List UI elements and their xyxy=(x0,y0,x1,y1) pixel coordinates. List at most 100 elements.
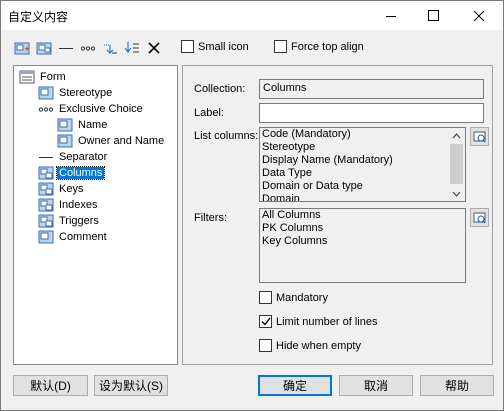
collection-icon xyxy=(38,182,54,196)
attribute-icon xyxy=(57,118,73,132)
scroll-down-button[interactable] xyxy=(448,187,465,200)
tree-item[interactable]: Indexes xyxy=(38,197,100,213)
add-item-icon: + xyxy=(14,42,30,55)
list-item[interactable]: Key Columns xyxy=(260,235,465,248)
tree-item[interactable]: Columns xyxy=(38,165,106,181)
limit-lines-option[interactable]: Limit number of lines xyxy=(259,315,378,328)
checkmark-icon xyxy=(261,317,271,326)
small-icon-checkbox[interactable] xyxy=(181,40,194,53)
list-item[interactable]: Domain xyxy=(260,193,465,201)
scroll-thumb[interactable] xyxy=(450,144,463,184)
tree-item-label: Exclusive Choice xyxy=(59,103,143,115)
default-button[interactable]: 默认(D) xyxy=(13,375,88,396)
filters-label: Filters: xyxy=(194,212,227,224)
list-item[interactable]: Code (Mandatory) xyxy=(260,128,465,141)
tree-item-icon xyxy=(38,102,54,116)
tree-item-label: Triggers xyxy=(59,215,99,227)
move-down-icon xyxy=(104,44,117,54)
chevron-up-icon xyxy=(452,132,461,138)
close-button[interactable] xyxy=(459,1,499,30)
tree-item-icon xyxy=(38,86,54,100)
tree-item[interactable]: Exclusive Choice xyxy=(38,101,145,117)
collection-icon xyxy=(38,166,54,180)
force-top-align-checkbox[interactable] xyxy=(274,40,287,53)
hide-empty-label: Hide when empty xyxy=(276,339,361,352)
close-icon xyxy=(473,10,485,21)
list-item[interactable]: PK Columns xyxy=(260,222,465,235)
delete-icon xyxy=(148,42,160,54)
scroll-up-button[interactable] xyxy=(448,129,465,142)
limit-lines-label: Limit number of lines xyxy=(276,315,378,328)
label-input[interactable] xyxy=(259,103,484,123)
small-icon-option[interactable]: Small icon xyxy=(181,40,249,53)
list-columns-select-button[interactable] xyxy=(470,127,489,146)
list-columns-listbox[interactable]: Code (Mandatory) Stereotype Display Name (… xyxy=(259,127,466,202)
help-button[interactable]: 帮助 xyxy=(420,375,494,396)
force-top-align-label: Force top align xyxy=(291,40,364,53)
cancel-button[interactable]: 取消 xyxy=(339,375,413,396)
move-bottom-icon xyxy=(124,42,139,53)
mandatory-checkbox[interactable] xyxy=(259,291,272,304)
tree-item[interactable]: Comment xyxy=(38,229,109,245)
move-down-button[interactable] xyxy=(101,39,119,57)
tree-item[interactable]: Separator xyxy=(38,149,109,165)
form-icon xyxy=(19,70,35,84)
tree-item-icon xyxy=(19,70,35,84)
hide-empty-checkbox[interactable] xyxy=(259,339,272,352)
hide-empty-option[interactable]: Hide when empty xyxy=(259,339,361,352)
tree-item[interactable]: Stereotype xyxy=(38,85,114,101)
tree-item[interactable]: Form xyxy=(19,69,68,85)
tree-item-label: Stereotype xyxy=(59,87,113,99)
properties-icon xyxy=(473,131,486,143)
maximize-button[interactable] xyxy=(414,1,454,30)
filters-listbox[interactable]: All Columns PK Columns Key Columns xyxy=(259,208,466,283)
list-item[interactable]: Domain or Data type xyxy=(260,180,465,193)
move-bottom-button[interactable] xyxy=(123,39,141,57)
tree-item[interactable]: Triggers xyxy=(38,213,101,229)
list-item[interactable]: Data Type xyxy=(260,167,465,180)
list-item[interactable]: Display Name (Mandatory) xyxy=(260,154,465,167)
limit-lines-checkbox[interactable] xyxy=(259,315,272,328)
minimize-button[interactable] xyxy=(371,1,411,30)
collection-field: Columns xyxy=(259,79,484,99)
tree-item-label: Owner and Name xyxy=(78,135,165,147)
collection-icon xyxy=(38,214,54,228)
list-columns-scrollbar[interactable] xyxy=(448,128,465,201)
add-separator-button[interactable] xyxy=(57,39,75,57)
add-separator-icon xyxy=(59,48,73,49)
ok-button[interactable]: 确定 xyxy=(258,375,332,396)
customize-content-dialog: 自定义内容 + Small icon Force top align Form … xyxy=(0,0,504,411)
add-choice-button[interactable] xyxy=(79,39,97,57)
add-items-button[interactable] xyxy=(35,39,53,57)
properties-icon xyxy=(473,212,486,224)
window-title: 自定义内容 xyxy=(8,10,69,24)
mandatory-option[interactable]: Mandatory xyxy=(259,291,328,304)
set-default-button[interactable]: 设为默认(S) xyxy=(94,375,168,396)
delete-button[interactable] xyxy=(145,39,163,57)
tree-item[interactable]: Keys xyxy=(38,181,85,197)
tree-item-label: Indexes xyxy=(59,199,98,211)
tree-item-icon xyxy=(38,198,54,212)
tree-item-icon xyxy=(38,230,54,244)
add-item-button[interactable]: + xyxy=(13,39,31,57)
small-icon-label: Small icon xyxy=(198,40,249,53)
add-items-icon xyxy=(36,42,52,55)
filters-select-button[interactable] xyxy=(470,208,489,227)
content-tree[interactable]: Form Stereotype Exclusive Choice Name Owner … xyxy=(13,65,178,365)
tree-item-label: Columns xyxy=(55,166,106,180)
tree-item[interactable]: Owner and Name xyxy=(57,133,166,149)
chevron-down-icon xyxy=(452,191,461,197)
svg-text:+: + xyxy=(24,45,30,53)
maximize-icon xyxy=(428,9,439,21)
attribute-icon xyxy=(38,86,54,100)
tree-item[interactable]: Name xyxy=(57,117,109,133)
list-item[interactable]: Stereotype xyxy=(260,141,465,154)
add-choice-icon xyxy=(80,46,96,51)
tree-item-icon xyxy=(57,118,73,132)
list-item[interactable]: All Columns xyxy=(260,209,465,222)
collection-label: Collection: xyxy=(194,83,246,95)
properties-panel: Collection: Columns Label: List columns:… xyxy=(182,65,493,365)
force-top-align-option[interactable]: Force top align xyxy=(274,40,364,53)
title-bar: 自定义内容 xyxy=(1,1,503,30)
tree-item-label: Form xyxy=(40,71,66,83)
